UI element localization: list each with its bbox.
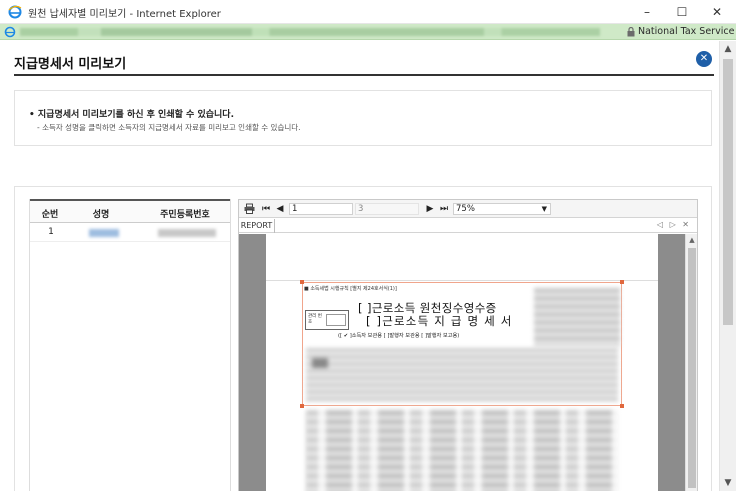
close-popup-button[interactable]: ✕ bbox=[696, 51, 712, 67]
notice-headline: • 지급명세서 미리보기를 하신 후 인쇄할 수 있습니다. bbox=[29, 110, 234, 120]
viewer-tab-row: REPORT ◁ ▷ ✕ bbox=[239, 219, 697, 233]
redacted-label bbox=[312, 358, 328, 368]
page-header: 지급명세서 미리보기 ✕ bbox=[14, 48, 714, 76]
next-page-icon[interactable]: ▶ bbox=[425, 202, 435, 216]
address-bar[interactable]: National Tax Service [KR] bbox=[0, 24, 736, 40]
page-title: 지급명세서 미리보기 bbox=[14, 57, 127, 72]
window-title: 원천 납세자별 미리보기 - Internet Explorer bbox=[28, 9, 221, 20]
page-top-divider bbox=[266, 280, 658, 281]
redacted-income-rows bbox=[306, 410, 618, 491]
last-page-icon[interactable]: ⏭ bbox=[439, 202, 449, 216]
ie-page-icon bbox=[4, 26, 16, 38]
lock-icon bbox=[627, 27, 635, 37]
report-scroll-thumb[interactable] bbox=[688, 248, 696, 488]
tax-form: ■ 소득세법 시행규칙 [별지 제24호서식(1)] [ ]근로소득 원천징수영… bbox=[300, 280, 624, 491]
report-canvas[interactable]: ■ 소득세법 시행규칙 [별지 제24호서식(1)] [ ]근로소득 원천징수영… bbox=[239, 234, 685, 491]
print-icon[interactable] bbox=[243, 202, 255, 216]
report-viewer: ⏮ ◀ 1 3 ▶ ⏭ 75% ▼ REPORT ◁ ▷ ✕ ■ 소득세법 시행… bbox=[238, 199, 698, 491]
management-number-label: 관리 번호 bbox=[308, 314, 322, 325]
redacted-taxpayer-info bbox=[306, 348, 618, 402]
prev-page-icon[interactable]: ◀ bbox=[275, 202, 285, 216]
resize-handle[interactable] bbox=[300, 280, 304, 284]
zoom-select[interactable]: 75% ▼ bbox=[453, 203, 551, 215]
page-scrollbar[interactable]: ▲ ▼ bbox=[719, 41, 736, 491]
column-header-name: 성명 bbox=[92, 210, 110, 220]
resize-handle[interactable] bbox=[620, 280, 624, 284]
list-header: 순번 성명 주민등록번호 bbox=[30, 199, 230, 223]
resize-handle[interactable] bbox=[300, 404, 304, 408]
report-scroll-up-icon[interactable]: ▲ bbox=[686, 234, 698, 246]
tab-report[interactable]: REPORT bbox=[239, 219, 275, 233]
minimize-button[interactable]: – bbox=[630, 0, 664, 24]
redacted-header-info bbox=[534, 288, 620, 346]
scroll-up-icon[interactable]: ▲ bbox=[720, 41, 736, 57]
management-number-box: 관리 번호 bbox=[305, 310, 349, 330]
total-pages: 3 bbox=[355, 203, 419, 215]
scroll-down-icon[interactable]: ▼ bbox=[720, 475, 736, 491]
row-number: 1 bbox=[48, 227, 54, 237]
form-caption: ■ 소득세법 시행규칙 [별지 제24호서식(1)] bbox=[304, 286, 397, 292]
url-text-redacted bbox=[20, 28, 600, 36]
taxpayer-name-link[interactable] bbox=[89, 229, 119, 237]
form-title-statement: [ ]근로소득 지 급 명 세 서 bbox=[366, 314, 513, 328]
column-header-id: 주민등록번호 bbox=[160, 210, 210, 220]
resize-handle[interactable] bbox=[620, 404, 624, 408]
scroll-thumb[interactable] bbox=[723, 59, 733, 325]
current-page-input[interactable]: 1 bbox=[289, 203, 353, 215]
first-page-icon[interactable]: ⏮ bbox=[261, 202, 271, 216]
notice-box: • 지급명세서 미리보기를 하신 후 인쇄할 수 있습니다. - 소득자 성명을… bbox=[14, 90, 712, 146]
internet-explorer-icon bbox=[8, 5, 22, 19]
management-number-field bbox=[326, 314, 346, 326]
notice-detail: - 소득자 성명을 클릭하면 소득자의 지급명세서 자료를 미리보고 인쇄할 수… bbox=[37, 123, 301, 132]
taxpayer-list: 순번 성명 주민등록번호 1 bbox=[29, 199, 231, 491]
maximize-button[interactable]: ☐ bbox=[665, 0, 699, 24]
table-row[interactable]: 1 bbox=[30, 224, 230, 242]
window-close-button[interactable]: ✕ bbox=[700, 0, 734, 24]
zoom-value: 75% bbox=[456, 204, 475, 214]
window-titlebar: 원천 납세자별 미리보기 - Internet Explorer – ☐ ✕ bbox=[0, 0, 736, 24]
site-identity[interactable]: National Tax Service [KR] bbox=[638, 26, 736, 37]
column-header-no: 순번 bbox=[41, 210, 59, 220]
resident-id-redacted bbox=[158, 229, 216, 237]
report-scrollbar[interactable]: ▲ bbox=[685, 234, 697, 491]
tab-controls[interactable]: ◁ ▷ ✕ bbox=[657, 220, 691, 229]
chevron-down-icon: ▼ bbox=[541, 205, 547, 213]
viewer-toolbar: ⏮ ◀ 1 3 ▶ ⏭ 75% ▼ bbox=[239, 200, 697, 218]
report-page: ■ 소득세법 시행규칙 [별지 제24호서식(1)] [ ]근로소득 원천징수영… bbox=[266, 234, 658, 491]
copy-type-checkboxes: ([ ✔ ]소득자 보관용 [ ]발행자 보관용 [ ]발행자 보고용) bbox=[338, 333, 460, 339]
